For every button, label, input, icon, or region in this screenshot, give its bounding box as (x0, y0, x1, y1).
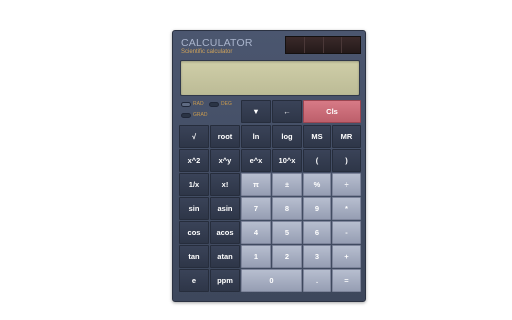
key-8[interactable]: 8 (272, 197, 302, 220)
key-cos[interactable]: cos (179, 221, 209, 244)
key-log[interactable]: log (272, 125, 302, 148)
key-sin[interactable]: sin (179, 197, 209, 220)
calculator-body: CALCULATOR Scientific calculator RAD DEG… (172, 30, 366, 302)
solar-cell (323, 37, 343, 53)
key-sqrt[interactable]: √ (179, 125, 209, 148)
key-ppm[interactable]: ppm (210, 269, 240, 292)
key-0[interactable]: 0 (241, 269, 302, 292)
key-add[interactable]: + (332, 245, 361, 268)
app-title: CALCULATOR (181, 37, 253, 49)
key-pi[interactable]: π (241, 173, 271, 196)
mode-grad-label: GRAD (193, 112, 208, 118)
key-down-arrow[interactable]: ▼ (241, 100, 271, 123)
key-memory-recall[interactable]: MR (332, 125, 361, 148)
key-5[interactable]: 5 (272, 221, 302, 244)
key-clear[interactable]: Cls (303, 100, 361, 123)
solar-cell (304, 37, 324, 53)
result-display (180, 60, 360, 96)
key-factorial[interactable]: x! (210, 173, 240, 196)
key-close-paren[interactable]: ) (332, 149, 361, 172)
key-ln[interactable]: ln (241, 125, 271, 148)
key-6[interactable]: 6 (303, 221, 331, 244)
solar-cell (342, 37, 360, 53)
key-4[interactable]: 4 (241, 221, 271, 244)
key-decimal[interactable]: . (303, 269, 331, 292)
key-7[interactable]: 7 (241, 197, 271, 220)
key-open-paren[interactable]: ( (303, 149, 331, 172)
key-ten-power[interactable]: 10^x (272, 149, 302, 172)
key-root[interactable]: root (210, 125, 240, 148)
key-percent[interactable]: % (303, 173, 331, 196)
mode-deg[interactable]: DEG (209, 101, 232, 107)
key-atan[interactable]: atan (210, 245, 240, 268)
mode-grad-indicator (181, 112, 191, 118)
key-backspace[interactable]: ← (272, 100, 302, 123)
key-asin[interactable]: asin (210, 197, 240, 220)
key-memory-store[interactable]: MS (303, 125, 331, 148)
key-subtract[interactable]: - (332, 221, 361, 244)
key-2[interactable]: 2 (272, 245, 302, 268)
mode-rad[interactable]: RAD (181, 101, 204, 107)
mode-grad[interactable]: GRAD (181, 112, 207, 118)
solar-cell (286, 37, 305, 53)
key-power[interactable]: x^y (210, 149, 240, 172)
key-9[interactable]: 9 (303, 197, 331, 220)
key-1[interactable]: 1 (241, 245, 271, 268)
solar-panel (285, 36, 361, 54)
app-subtitle: Scientific calculator (181, 49, 233, 55)
key-equals[interactable]: = (332, 269, 361, 292)
mode-deg-indicator (209, 101, 219, 107)
angle-mode-selector: RAD DEG GRAD (181, 101, 239, 123)
mode-deg-label: DEG (221, 101, 232, 107)
key-acos[interactable]: acos (210, 221, 240, 244)
key-3[interactable]: 3 (303, 245, 331, 268)
key-tan[interactable]: tan (179, 245, 209, 268)
key-plus-minus[interactable]: ± (272, 173, 302, 196)
mode-rad-indicator (181, 101, 191, 107)
key-reciprocal[interactable]: 1/x (179, 173, 209, 196)
key-euler[interactable]: e (179, 269, 209, 292)
mode-rad-label: RAD (193, 101, 204, 107)
key-exp[interactable]: e^x (241, 149, 271, 172)
key-square[interactable]: x^2 (179, 149, 209, 172)
key-divide[interactable]: ÷ (332, 173, 361, 196)
key-multiply[interactable]: * (332, 197, 361, 220)
